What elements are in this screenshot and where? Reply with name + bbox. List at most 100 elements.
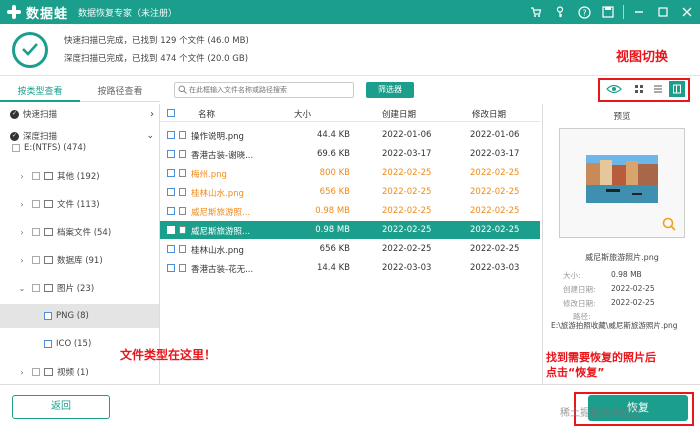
file-type-tree: 快速扫描 › 深度扫描 ⌄ E:(NTFS) (474) › 其他 (192) … (0, 104, 160, 384)
chevron-right-icon: › (20, 199, 24, 209)
tree-item-video[interactable]: › 视频 (1) (0, 362, 159, 382)
tree-item-other[interactable]: › 其他 (192) (0, 166, 159, 186)
maximize-icon[interactable] (654, 3, 672, 21)
row-checkbox[interactable] (167, 131, 175, 139)
detail-view-icon[interactable] (669, 81, 685, 97)
image-icon (44, 284, 53, 292)
row-checkbox[interactable] (167, 169, 175, 177)
table-row[interactable]: 梅州.png 800 KB 2022-02-25 2022-02-25 (160, 164, 540, 182)
tree-drive[interactable]: E:(NTFS) (474) (0, 142, 159, 154)
annotation-recover: 找到需要恢复的照片后 点击“恢复” (546, 351, 656, 379)
view-mode-tabs: 按类型查看 按路径查看 (0, 82, 160, 102)
file-icon (179, 150, 186, 158)
list-header: 名称 大小 创建日期 修改日期 (160, 104, 540, 122)
chevron-right-icon: › (20, 367, 24, 377)
chevron-right-icon: › (20, 227, 24, 237)
filter-button[interactable]: 筛选器 (366, 82, 414, 98)
search-box[interactable] (174, 82, 354, 98)
zoom-icon[interactable] (662, 217, 676, 231)
cart-icon[interactable] (527, 3, 545, 21)
preview-path: E:\旅游拍照收藏\威尼斯旅游照片.png (551, 321, 678, 330)
file-icon (179, 207, 186, 215)
archive-icon (44, 228, 53, 236)
database-icon (44, 256, 53, 264)
file-icon (179, 188, 186, 196)
save-icon[interactable] (599, 3, 617, 21)
checkbox[interactable] (44, 312, 52, 320)
minimize-icon[interactable] (630, 3, 648, 21)
header-name[interactable]: 名称 (198, 108, 215, 120)
preview-filename: 威尼斯旅游照片.png (585, 253, 659, 262)
checkbox[interactable] (32, 172, 40, 180)
tree-item-database[interactable]: › 数据库 (91) (0, 250, 159, 270)
row-checkbox[interactable] (167, 245, 175, 253)
header-modified[interactable]: 修改日期 (472, 108, 506, 120)
logo-plus-icon (6, 4, 22, 20)
app-name: 数据恢复专家（未注册） (78, 8, 178, 19)
preview-size: 大小: 0.98 MB (563, 270, 642, 280)
table-row[interactable]: 桂林山水.png 656 KB 2022-02-25 2022-02-25 (160, 183, 540, 201)
header-size[interactable]: 大小 (294, 108, 311, 120)
brand-name: 数据蛙 (26, 6, 69, 22)
back-button[interactable]: 返回 (12, 395, 110, 419)
chevron-right-icon: › (20, 255, 24, 265)
preview-title: 预览 (613, 112, 631, 122)
key-icon[interactable] (551, 3, 569, 21)
row-checkbox[interactable] (167, 207, 175, 215)
tree-item-images[interactable]: ⌄ 图片 (23) (0, 278, 159, 298)
table-row[interactable]: 桂林山水.png 656 KB 2022-02-25 2022-02-25 (160, 240, 540, 258)
preview-panel: 预览 威尼斯旅游照片.png 大小: 0.98 MB 创建日期: 2022-02-2… (542, 104, 700, 384)
search-icon (178, 85, 187, 94)
checkbox[interactable] (32, 368, 40, 376)
tree-quick-scan[interactable]: 快速扫描 › (0, 104, 159, 124)
grid-view-icon[interactable] (631, 81, 647, 97)
title-separator (623, 5, 624, 19)
tree-item-archives[interactable]: › 档案文件 (54) (0, 222, 159, 242)
file-icon (179, 131, 186, 139)
checkbox[interactable] (32, 200, 40, 208)
svg-text:?: ? (582, 8, 586, 17)
checkbox[interactable] (32, 228, 40, 236)
checkbox[interactable] (44, 340, 52, 348)
preview-frame (559, 128, 685, 238)
chevron-right-icon: › (20, 171, 24, 181)
preview-created: 创建日期: 2022-02-25 (563, 284, 655, 294)
search-input[interactable] (189, 83, 349, 97)
row-checkbox[interactable] (167, 226, 175, 234)
quick-scan-summary: 快速扫描已完成，已找到 129 个文件 (46.0 MB) (64, 36, 249, 46)
complete-check-icon (12, 32, 48, 68)
table-row[interactable]: 香港古装-谢晓... 69.6 KB 2022-03-17 2022-03-17 (160, 145, 540, 163)
file-icon (179, 245, 186, 253)
checkbox[interactable] (12, 144, 20, 152)
select-all-checkbox[interactable] (167, 109, 175, 117)
tree-item-documents[interactable]: › 文件 (113) (0, 194, 159, 214)
folder-icon (44, 172, 53, 180)
tab-by-type[interactable]: 按类型查看 (0, 82, 80, 102)
table-row-selected[interactable]: 威尼斯旅游照... 0.98 MB 2022-02-25 2022-02-25 (160, 221, 540, 239)
file-icon (179, 264, 186, 272)
checkbox[interactable] (32, 256, 40, 264)
preview-modified: 修改日期: 2022-02-25 (563, 298, 655, 308)
checkbox[interactable] (32, 284, 40, 292)
row-checkbox[interactable] (167, 264, 175, 272)
tree-item-png[interactable]: PNG (8) (0, 304, 159, 328)
file-list: 名称 大小 创建日期 修改日期 操作说明.png 44.4 KB 2022-01… (160, 104, 540, 384)
video-icon (44, 368, 53, 376)
preview-eye-icon[interactable] (604, 81, 624, 97)
table-row[interactable]: 操作说明.png 44.4 KB 2022-01-06 2022-01-06 (160, 126, 540, 144)
header-created[interactable]: 创建日期 (382, 108, 416, 120)
list-view-icon[interactable] (650, 81, 666, 97)
annotation-view-switch: 视图切换 (616, 50, 669, 65)
annotation-file-type: 文件类型在这里！ (120, 348, 217, 362)
row-checkbox[interactable] (167, 188, 175, 196)
row-checkbox[interactable] (167, 150, 175, 158)
chevron-down-icon: ⌄ (18, 283, 26, 293)
tab-by-path[interactable]: 按路径查看 (80, 82, 160, 102)
table-row[interactable]: 威尼斯旅游照... 0.98 MB 2022-02-25 2022-02-25 (160, 202, 540, 220)
help-icon[interactable]: ? (575, 3, 593, 21)
table-row[interactable]: 香港古装-花无... 14.4 KB 2022-03-03 2022-03-03 (160, 259, 540, 277)
watermark: 稀土掘金技术社区 (560, 408, 640, 419)
file-icon (179, 226, 186, 234)
close-icon[interactable] (678, 3, 696, 21)
preview-thumbnail (586, 155, 658, 203)
